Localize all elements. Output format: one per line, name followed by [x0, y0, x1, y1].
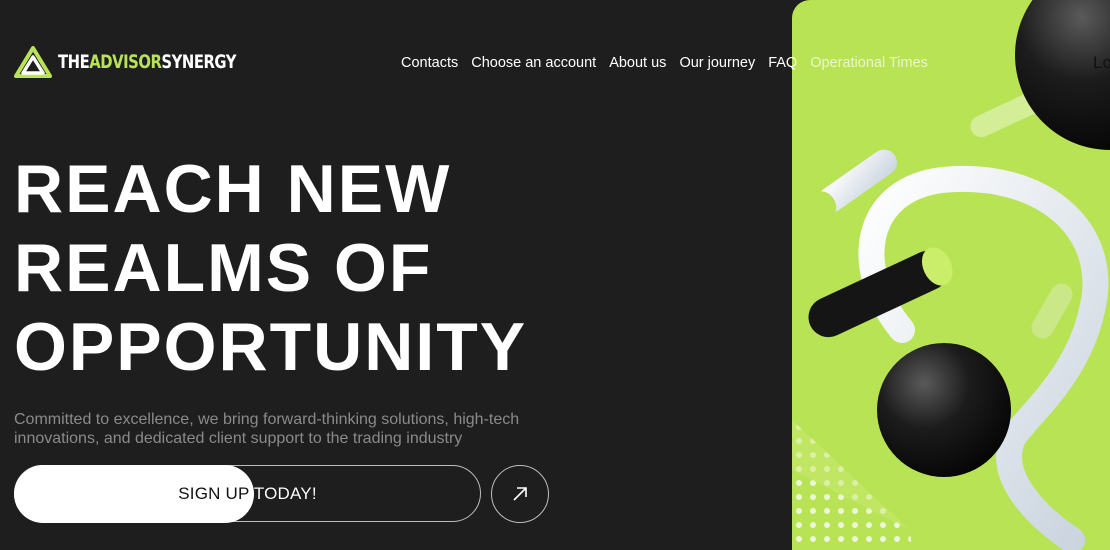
nav-operational-times[interactable]: Operational Times	[810, 55, 928, 71]
nav-our-journey[interactable]: Our journey	[679, 55, 755, 71]
hero-headline: REACH NEW REALMS OF OPPORTUNITY	[14, 150, 527, 387]
brand-name-accent: ADVISOR	[89, 51, 162, 73]
headline-line-2: REALMS OF	[14, 230, 433, 306]
abstract-3d-shapes	[792, 0, 1110, 550]
main-nav: Contacts Choose an account About us Our …	[401, 55, 941, 71]
nav-faq[interactable]: FAQ	[768, 55, 797, 71]
headline-line-3: OPPORTUNITY	[14, 309, 528, 385]
arrow-up-right-icon	[513, 487, 527, 501]
signup-arrow-button[interactable]	[491, 465, 549, 523]
nav-choose-account[interactable]: Choose an account	[471, 55, 596, 71]
brand-name: THEADVISORSYNERGY	[58, 51, 237, 73]
hero-artwork	[792, 0, 1110, 550]
brand-name-part1: THE	[58, 51, 90, 73]
nav-about-us[interactable]: About us	[609, 55, 666, 71]
nav-contacts[interactable]: Contacts	[401, 55, 458, 71]
hero-subtitle: Committed to excellence, we bring forwar…	[14, 411, 520, 447]
brand-name-part3: SYNERGY	[161, 51, 237, 73]
brand-logo[interactable]: THEADVISORSYNERGY	[14, 46, 286, 78]
stacked-triangles-logo-icon	[14, 46, 52, 78]
headline-line-1: REACH NEW	[14, 151, 452, 227]
login-link[interactable]: Lo	[1093, 53, 1110, 73]
signup-button-progress-fill	[14, 465, 254, 523]
